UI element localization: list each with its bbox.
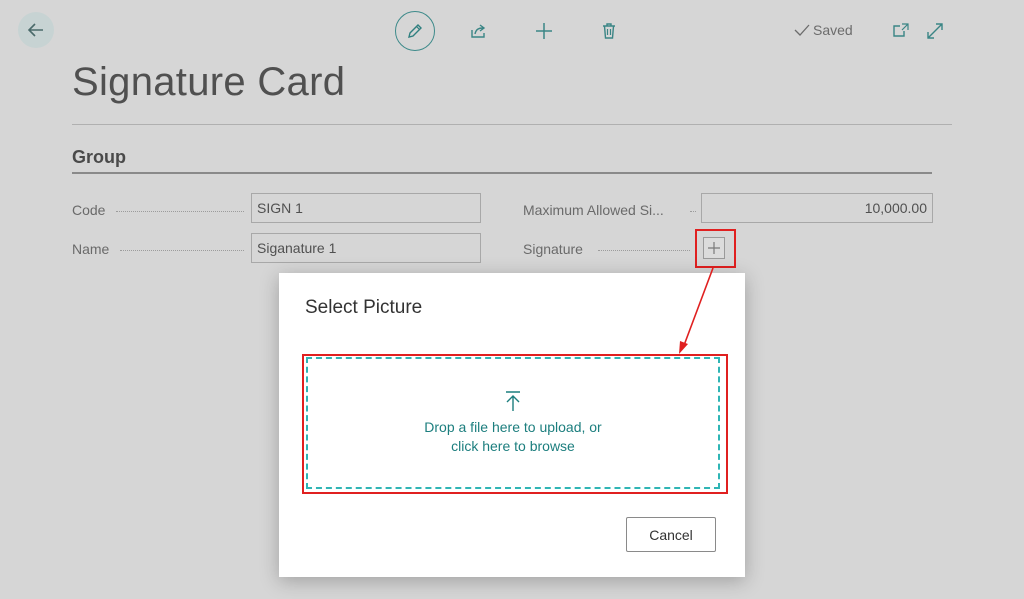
max-allowed-field[interactable]: 10,000.00 [701,193,933,223]
new-button[interactable] [533,20,555,42]
code-field[interactable]: SIGN 1 [251,193,481,223]
signature-label: Signature [523,241,583,257]
pencil-icon [408,24,422,38]
page-title: Signature Card [72,60,346,104]
group-heading[interactable]: Group [72,147,126,168]
name-field[interactable]: Siganature 1 [251,233,481,263]
code-dots [116,211,244,212]
select-picture-dialog: Select Picture Drop a file here to uploa… [279,273,745,577]
signature-card-page: Saved Signature Card Group Code SIGN 1 N… [0,0,1024,599]
drop-instructions-line2: click here to browse [451,438,575,454]
max-allowed-dots [690,211,696,212]
drop-instructions-line1: Drop a file here to upload, or [424,419,602,435]
arrow-left-icon [27,23,43,37]
signature-highlight-box [695,229,736,268]
name-dots [120,250,244,251]
name-label: Name [72,241,110,257]
drop-instructions: Drop a file here to upload, or click her… [424,418,601,456]
group-divider [72,172,932,174]
signature-dots [598,250,690,251]
share-icon [471,24,486,38]
checkmark-icon [794,24,810,36]
edit-button[interactable] [395,11,435,51]
upload-icon [506,391,520,411]
expand-button[interactable] [924,20,946,42]
cancel-button[interactable]: Cancel [626,517,716,552]
file-drop-zone[interactable]: Drop a file here to upload, or click her… [306,357,720,489]
back-button[interactable] [18,12,54,48]
max-allowed-label: Maximum Allowed Si... [523,202,664,218]
expand-icon [927,23,943,39]
open-in-new-window-icon [893,23,909,37]
dialog-title: Select Picture [305,297,423,318]
saved-status: Saved [794,22,853,38]
plus-icon [536,23,552,39]
delete-button[interactable] [598,20,620,42]
title-divider [72,124,952,125]
open-new-window-button[interactable] [890,20,912,42]
code-label: Code [72,202,106,218]
saved-label: Saved [813,22,853,38]
share-button[interactable] [468,20,490,42]
trash-icon [603,23,615,39]
